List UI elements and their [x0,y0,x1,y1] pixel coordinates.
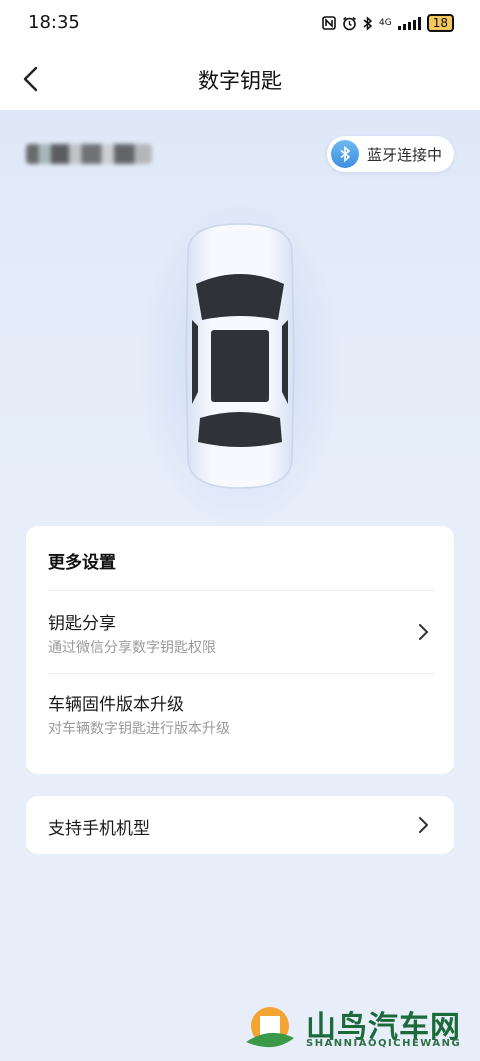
status-bar: 18:35 4G 18 [0,0,480,48]
bluetooth-icon [330,140,359,168]
more-settings-card: 更多设置 钥匙分享 通过微信分享数字钥匙权限 车辆固件版本升级 对车辆数字钥匙进… [26,526,454,774]
firmware-upgrade-subtitle: 对车辆数字钥匙进行版本升级 [48,721,230,737]
license-plate-blurred [26,144,152,164]
watermark-logo-icon [246,1007,294,1048]
status-time: 18:35 [28,12,80,33]
page-title: 数字钥匙 [198,69,282,93]
car-top-view-image [170,223,310,489]
network-type: 4G [379,18,392,28]
battery-icon: 18 [426,14,454,32]
chevron-right-icon [419,624,428,640]
bluetooth-status-pill[interactable]: 蓝牙连接中 [326,136,454,172]
bluetooth-status-label: 蓝牙连接中 [366,145,442,164]
supported-phones-card[interactable]: 支持手机机型 [26,796,454,854]
status-icons: 4G 18 [322,14,454,32]
firmware-upgrade-row[interactable]: 车辆固件版本升级 对车辆数字钥匙进行版本升级 [26,674,454,756]
section-title: 更多设置 [48,553,116,573]
nfc-icon [322,16,336,30]
site-watermark: 山鸟汽车网 SHANNIAOQICHEWANG [244,998,476,1056]
bluetooth-icon [363,15,373,31]
key-share-subtitle: 通过微信分享数字钥匙权限 [48,640,216,656]
chevron-right-icon [419,817,428,833]
nav-bar: 数字钥匙 [0,48,480,110]
supported-phones-title: 支持手机机型 [48,819,150,839]
key-share-row[interactable]: 钥匙分享 通过微信分享数字钥匙权限 [26,591,454,673]
firmware-upgrade-title: 车辆固件版本升级 [48,695,184,715]
watermark-pinyin: SHANNIAOQICHEWANG [306,1038,462,1049]
signal-icon [397,16,421,30]
key-share-title: 钥匙分享 [48,614,116,634]
alarm-icon [343,16,356,30]
